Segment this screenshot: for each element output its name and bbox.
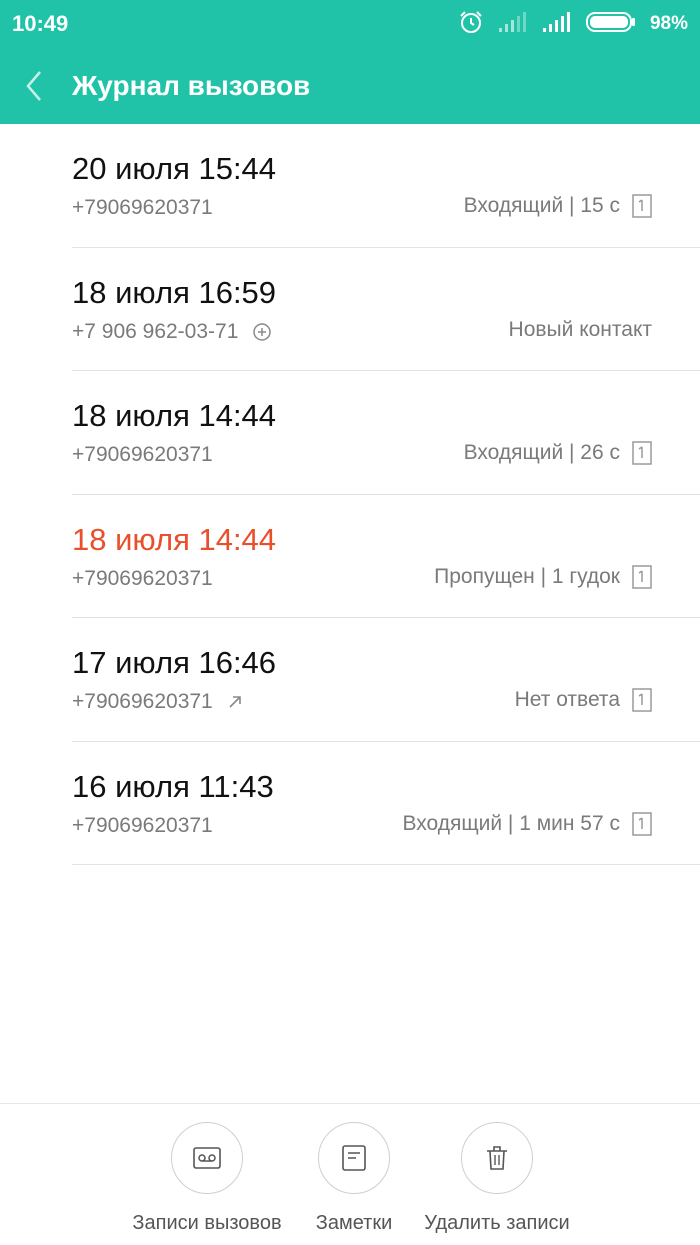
bottom-action-bar: Записи вызовов Заметки Удалить записи (0, 1103, 700, 1245)
delete-records-button[interactable]: Удалить записи (407, 1122, 587, 1235)
call-date: 16 июля 11:43 (72, 768, 274, 804)
delete-records-circle[interactable] (461, 1122, 533, 1194)
call-date: 18 июля 14:44 (72, 398, 277, 433)
battery-percent: 98% (649, 13, 688, 34)
call-number: +79069620371 (72, 443, 213, 466)
call-log-item[interactable]: 20 июля 15:44 +79069620371 Входящий | 15… (72, 124, 700, 248)
call-date: 20 июля 15:44 (72, 151, 277, 186)
call-recordings-circle[interactable] (171, 1122, 243, 1194)
call-number: +79069620371 (72, 813, 213, 837)
page-title: Журнал вызовов (72, 70, 311, 101)
call-info: Входящий | 26 с (463, 441, 620, 464)
call-log-item[interactable]: 17 июля 16:46 +79069620371 Нет ответа (72, 618, 700, 742)
back-button[interactable] (16, 68, 52, 104)
call-info: Новый контакт (508, 317, 652, 341)
call-number: +7 906 962-03-71 (72, 319, 239, 343)
notes-button[interactable]: Заметки (294, 1122, 414, 1235)
outgoing-arrow-icon (229, 696, 241, 708)
call-number: +79069620371 (72, 690, 213, 713)
voicemail-icon (193, 1147, 221, 1169)
trash-icon (487, 1146, 507, 1170)
alarm-icon (458, 9, 484, 40)
call-log-item[interactable]: 18 июля 14:44 +79069620371 Входящий | 26… (72, 371, 700, 495)
call-number: +79069620371 (72, 196, 213, 219)
call-date: 18 июля 16:59 (72, 274, 277, 310)
top-bar: 10:49 98% Журнал вызовов (0, 0, 700, 124)
call-info: Нет ответа (514, 688, 620, 711)
call-info: Пропущен | 1 гудок (434, 564, 620, 588)
notes-label: Заметки (315, 1212, 393, 1234)
status-icons: 98% (458, 8, 688, 40)
app-bar: Журнал вызовов (0, 52, 700, 124)
add-circle-icon (253, 322, 272, 341)
call-detail-icon[interactable] (632, 811, 652, 836)
call-log-list: 20 июля 15:44 +79069620371 Входящий | 15… (0, 124, 700, 865)
call-recordings-button[interactable]: Записи вызовов (117, 1122, 297, 1235)
signal-icon (498, 11, 528, 38)
call-date: 17 июля 16:46 (72, 645, 277, 680)
signal-icon (542, 11, 572, 38)
call-log-item[interactable]: 18 июля 14:44 +79069620371 Пропущен | 1 … (72, 495, 700, 618)
chevron-left-icon (26, 71, 41, 101)
notes-circle[interactable] (318, 1122, 390, 1194)
note-icon (342, 1145, 366, 1171)
delete-records-label: Удалить записи (424, 1212, 570, 1234)
status-bar: 10:49 98% (0, 0, 700, 48)
call-info: Входящий | 1 мин 57 с (402, 811, 620, 835)
call-number: +79069620371 (72, 566, 213, 590)
call-detail-icon[interactable] (632, 564, 652, 589)
call-log-item[interactable]: 18 июля 16:59 +7 906 962-03-71 Новый кон… (72, 248, 700, 371)
call-detail-icon[interactable] (632, 441, 652, 465)
call-log-item[interactable]: 16 июля 11:43 +79069620371 Входящий | 1 … (72, 742, 700, 865)
call-info: Входящий | 15 с (463, 194, 620, 217)
status-time: 10:49 (12, 11, 69, 36)
call-detail-icon[interactable] (632, 194, 652, 218)
call-recordings-label: Записи вызовов (132, 1212, 282, 1234)
battery-icon (585, 11, 636, 38)
call-date: 18 июля 14:44 (72, 521, 277, 557)
call-detail-icon[interactable] (632, 688, 652, 712)
